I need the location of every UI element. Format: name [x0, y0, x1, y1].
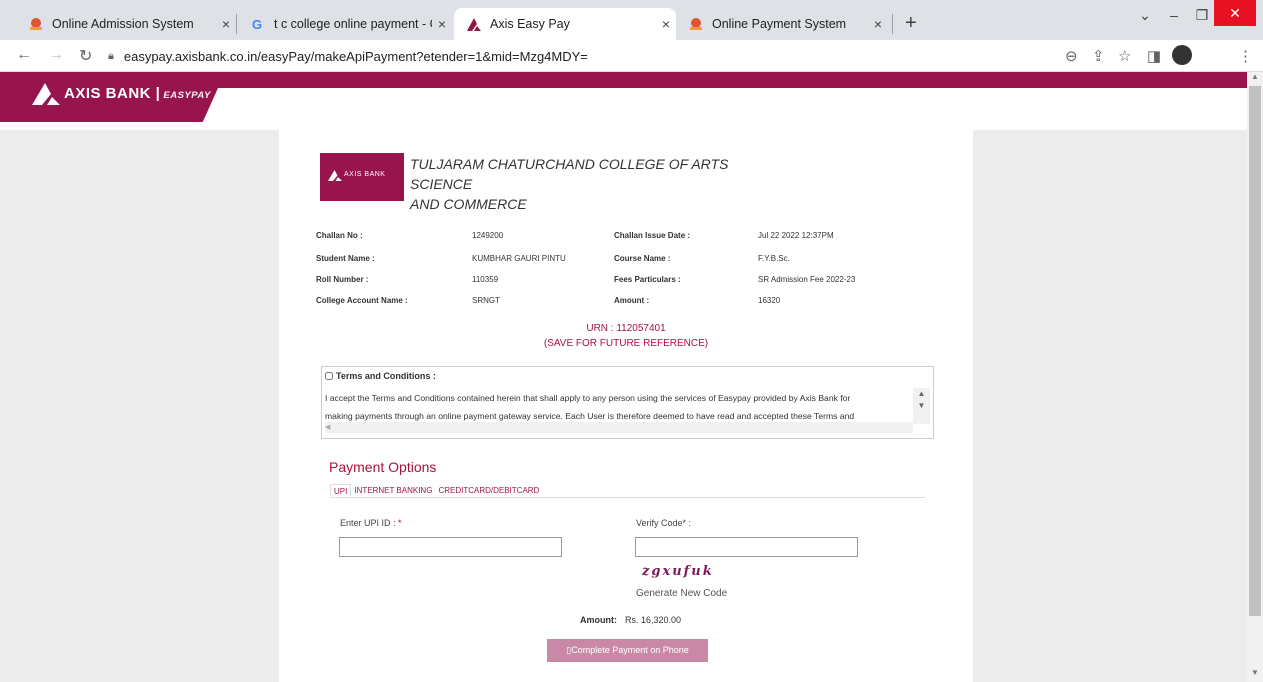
tab-separator — [892, 14, 893, 34]
address-bar[interactable]: 🔒︎ easypay.axisbank.co.in/easyPay/makeAp… — [108, 43, 1008, 69]
college-name-line1: TULJARAM CHATURCHAND COLLEGE OF ARTS SCI… — [410, 156, 729, 192]
browser-tab-strip: Online Admission System × G t c college … — [0, 0, 1263, 40]
amount-label: Amount : — [614, 296, 650, 305]
verify-code-input[interactable] — [635, 537, 858, 557]
complete-payment-button[interactable]: ▯Complete Payment on Phone — [547, 639, 708, 662]
urn-note: (SAVE FOR FUTURE REFERENCE) — [543, 338, 709, 349]
side-panel-icon[interactable]: ◨ — [1147, 47, 1161, 65]
terms-checkbox[interactable] — [325, 372, 333, 380]
page-scrollbar[interactable]: ▲ ▼ — [1247, 72, 1263, 682]
menu-icon[interactable]: ⋮ — [1238, 47, 1253, 65]
axis-icon — [467, 18, 481, 31]
tab-title: t c college online payment - Goo — [274, 17, 432, 31]
back-icon[interactable]: ← — [16, 46, 32, 64]
tab-separator — [236, 14, 237, 34]
tab-online-payment[interactable]: Online Payment System × — [676, 8, 888, 40]
terms-text[interactable]: I accept the Terms and Conditions contai… — [325, 389, 912, 425]
address-url: easypay.axisbank.co.in/easyPay/makeApiPa… — [123, 48, 588, 64]
course-name-label: Course Name : — [614, 254, 671, 263]
fees-particulars-label: Fees Particulars : — [614, 275, 681, 284]
roll-number-value: 110359 — [472, 275, 499, 284]
course-name-value: F.Y.B.Sc. — [758, 254, 790, 263]
student-name-value: KUMBHAR GAURI PINTU — [472, 254, 566, 263]
payment-card: AXIS BANK TULJARAM CHATURCHAND COLLEGE O… — [279, 130, 973, 682]
issue-date-value: Jul 22 2022 12:37PM — [758, 231, 834, 240]
issue-date-label: Challan Issue Date : — [614, 231, 691, 240]
share-icon[interactable]: ⇪ — [1092, 47, 1105, 65]
close-tab-icon[interactable]: × — [432, 16, 452, 32]
tab-online-admission[interactable]: Online Admission System × — [16, 8, 236, 40]
upi-id-input[interactable] — [339, 537, 562, 557]
total-amount-label: Amount: — [580, 615, 617, 625]
header-banner: AXIS BANK | EASYPAY — [0, 72, 1247, 130]
tab-title: Online Admission System — [52, 17, 194, 31]
verify-code-label: Verify Code* : — [636, 518, 692, 528]
axis-logo-icon — [32, 83, 60, 105]
terms-box: Terms and Conditions : I accept the Term… — [321, 366, 934, 439]
tab-title: Axis Easy Pay — [490, 17, 570, 31]
challan-no-label: Challan No : — [316, 231, 363, 240]
close-tab-icon[interactable]: × — [868, 16, 888, 32]
roll-number-label: Roll Number : — [316, 275, 369, 284]
tab-internet-banking[interactable]: INTERNET BANKING — [351, 484, 435, 497]
admission-icon — [30, 18, 42, 30]
urn-number: URN : 112057401 — [586, 323, 666, 334]
payment-options-heading: Payment Options — [329, 459, 437, 475]
required-mark: * — [398, 518, 402, 528]
forward-icon[interactable]: → — [48, 46, 64, 64]
generate-new-code-link[interactable]: Generate New Code — [636, 588, 727, 599]
terms-vertical-scrollbar[interactable]: ▲ ▼ — [913, 388, 930, 424]
college-account-value: SRNGT — [472, 296, 500, 305]
tab-credit-debit-card[interactable]: CREDITCARD/DEBITCARD — [435, 484, 542, 497]
close-window-button[interactable]: ✕ — [1214, 0, 1256, 26]
challan-no-value: 1249200 — [472, 231, 504, 240]
college-logo-text: AXIS BANK — [344, 171, 386, 178]
axis-easypay-logo[interactable]: AXIS BANK | EASYPAY — [0, 72, 218, 122]
close-tab-icon[interactable]: × — [216, 16, 236, 32]
student-name-label: Student Name : — [316, 254, 375, 263]
fees-particulars-value: SR Admission Fee 2022-23 — [758, 275, 856, 284]
browser-toolbar: ← → ↻ 🔒︎ easypay.axisbank.co.in/easyPay/… — [0, 40, 1263, 72]
terms-line1: I accept the Terms and Conditions contai… — [325, 393, 851, 403]
total-amount: Amount: Rs. 16,320.00 — [580, 615, 681, 625]
scroll-up-icon[interactable]: ▲ — [1247, 72, 1263, 81]
tab-title: Online Payment System — [712, 17, 847, 31]
tab-search-icon[interactable]: ⌄ — [1130, 0, 1160, 30]
payment-tabs: UPI INTERNET BANKING CREDITCARD/DEBITCAR… — [330, 484, 925, 498]
college-name: TULJARAM CHATURCHAND COLLEGE OF ARTS SCI… — [410, 154, 790, 214]
tab-axis-easy-pay[interactable]: Axis Easy Pay × — [454, 8, 676, 40]
reload-icon[interactable]: ↻ — [79, 46, 92, 66]
scroll-down-icon[interactable]: ▼ — [1247, 668, 1263, 677]
college-account-label: College Account Name : — [316, 296, 408, 305]
upi-id-label: Enter UPI ID : * — [340, 518, 402, 528]
tab-google-search[interactable]: G t c college online payment - Goo × — [238, 8, 452, 40]
scrollbar-thumb[interactable] — [1249, 86, 1261, 616]
page-viewport: AXIS BANK | EASYPAY AXIS BANK TULJARAM CH… — [0, 72, 1247, 682]
total-amount-value: Rs. 16,320.00 — [625, 615, 682, 625]
upi-id-label-text: Enter UPI ID : — [340, 518, 396, 528]
college-axis-logo: AXIS BANK — [320, 153, 404, 201]
close-tab-icon[interactable]: × — [656, 16, 676, 32]
maximize-button[interactable]: ❐ — [1190, 0, 1214, 30]
amount-value: 16320 — [758, 296, 781, 305]
brand-sub: EASYPAY — [163, 90, 211, 101]
lock-icon: 🔒︎ — [108, 49, 114, 62]
zoom-icon[interactable]: ⊖ — [1065, 47, 1078, 65]
terms-horizontal-scrollbar[interactable]: ◀ — [325, 422, 913, 433]
minimize-button[interactable]: – — [1158, 0, 1190, 30]
axis-logo-icon — [328, 170, 342, 181]
tab-upi[interactable]: UPI — [330, 484, 352, 497]
captcha-image: zgxufuk — [642, 564, 714, 579]
college-name-line2: AND COMMERCE — [410, 196, 527, 212]
profile-avatar[interactable] — [1172, 45, 1192, 65]
google-icon: G — [252, 17, 262, 32]
bookmark-star-icon[interactable]: ☆ — [1118, 47, 1131, 65]
complete-payment-label: Complete Payment on Phone — [571, 645, 689, 655]
admission-icon — [690, 18, 702, 30]
terms-heading: Terms and Conditions : — [325, 371, 436, 381]
new-tab-button[interactable]: + — [905, 12, 917, 35]
svg-text:G: G — [252, 17, 262, 32]
terms-heading-label: Terms and Conditions : — [336, 371, 436, 381]
brand-name: AXIS BANK | — [64, 85, 161, 102]
